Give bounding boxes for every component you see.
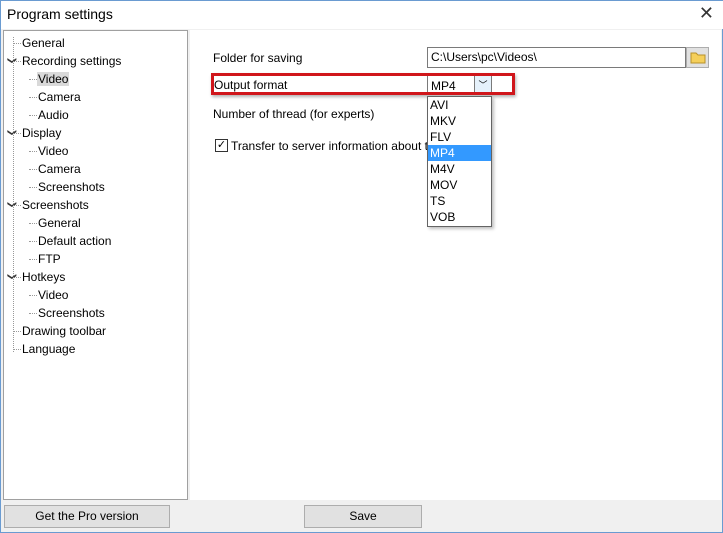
tree-item-label: Screenshots — [38, 180, 105, 194]
tree-line — [29, 151, 37, 152]
tree-item-label: Video — [38, 144, 69, 158]
format-option[interactable]: VOB — [428, 209, 491, 225]
tree-item[interactable]: Video — [37, 286, 69, 304]
format-option[interactable]: MKV — [428, 113, 491, 129]
tree-line — [29, 223, 37, 224]
tree-item[interactable]: Audio — [37, 106, 70, 124]
settings-tree: General Recording settings ❯ Video Camera Aud… — [3, 30, 188, 500]
tree-item[interactable]: FTP — [37, 250, 62, 268]
format-option[interactable]: FLV — [428, 129, 491, 145]
tree-item-label: General — [22, 36, 65, 50]
format-option[interactable]: TS — [428, 193, 491, 209]
transfer-checkbox[interactable]: ✓ — [215, 139, 228, 152]
tree-line — [29, 259, 37, 260]
tree-item[interactable]: Hotkeys — [21, 268, 66, 286]
title-bar: Program settings ✕ — [1, 1, 723, 29]
tree-item-label: Camera — [38, 90, 81, 104]
tree-item[interactable]: Language — [21, 340, 76, 358]
tree-line — [29, 241, 37, 242]
tree-line — [29, 97, 37, 98]
folder-icon — [690, 52, 705, 64]
tree-item-label: FTP — [38, 252, 61, 266]
chevron-down-icon[interactable]: ❯ — [6, 129, 17, 137]
tree-item[interactable]: General — [37, 214, 82, 232]
threads-label: Number of thread (for experts) — [213, 107, 375, 121]
folder-label: Folder for saving — [213, 51, 303, 65]
format-option[interactable]: MOV — [428, 177, 491, 193]
tree-item-label: Audio — [38, 108, 69, 122]
tree-line — [13, 37, 14, 352]
tree-item[interactable]: Screenshots — [37, 304, 106, 322]
tree-line — [13, 331, 21, 332]
tree-item-label: Drawing toolbar — [22, 324, 107, 338]
tree-item[interactable]: Display — [21, 124, 62, 142]
browse-folder-button[interactable] — [686, 47, 709, 68]
close-icon[interactable]: ✕ — [699, 3, 714, 24]
tree-item[interactable]: Default action — [37, 232, 112, 250]
tree-item[interactable]: General — [21, 34, 66, 52]
tree-line — [29, 79, 37, 80]
tree-line — [29, 169, 37, 170]
get-pro-button[interactable]: Get the Pro version — [4, 505, 170, 528]
tree-item[interactable]: Camera — [37, 160, 82, 178]
chevron-down-icon[interactable]: ❯ — [6, 201, 17, 209]
tree-line — [29, 115, 37, 116]
tree-item-label: Display — [22, 126, 62, 140]
save-button[interactable]: Save — [304, 505, 422, 528]
chevron-down-icon[interactable]: ❯ — [6, 273, 17, 281]
window-title: Program settings — [7, 6, 113, 22]
tree-item-label: Hotkeys — [22, 270, 66, 284]
tree-item-label: General — [38, 216, 81, 230]
tree-item[interactable]: Video — [37, 142, 69, 160]
tree-item[interactable]: Screenshots — [37, 178, 106, 196]
tree-item[interactable]: Screenshots — [21, 196, 90, 214]
tree-item-label: Camera — [38, 162, 81, 176]
format-option[interactable]: MP4 — [428, 145, 491, 161]
tree-item-label: Recording settings — [22, 54, 122, 68]
tree-item[interactable]: Video — [37, 70, 70, 88]
tree-item-label: Language — [22, 342, 76, 356]
tree-item-label: Video — [37, 72, 70, 86]
tree-item-label: Screenshots — [38, 306, 105, 320]
highlight-box — [211, 73, 515, 95]
tree-item[interactable]: Recording settings — [21, 52, 122, 70]
format-option[interactable]: AVI — [428, 97, 491, 113]
tree-item-label: Video — [38, 288, 69, 302]
chevron-down-icon[interactable]: ❯ — [6, 57, 17, 65]
folder-input[interactable]: C:\Users\pc\Videos\ — [427, 47, 686, 68]
output-format-dropdown: AVI MKV FLV MP4 M4V MOV TS VOB — [427, 96, 492, 227]
tree-line — [13, 349, 21, 350]
tree-item-label: Screenshots — [22, 198, 89, 212]
settings-window: Program settings ✕ General Recording sett… — [0, 0, 723, 533]
tree-line — [29, 313, 37, 314]
format-option[interactable]: M4V — [428, 161, 491, 177]
tree-item[interactable]: Camera — [37, 88, 82, 106]
tree-item-label: Default action — [38, 234, 112, 248]
tree-line — [29, 187, 37, 188]
tree-item[interactable]: Drawing toolbar — [21, 322, 107, 340]
tree-line — [29, 295, 37, 296]
tree-line — [13, 43, 21, 44]
